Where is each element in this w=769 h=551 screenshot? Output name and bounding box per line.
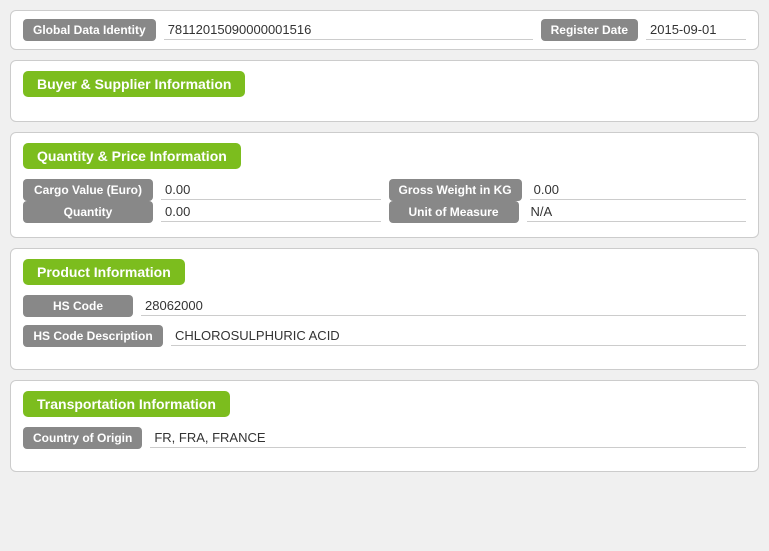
cargo-value[interactable] (161, 180, 381, 200)
buyer-supplier-header: Buyer & Supplier Information (23, 71, 245, 97)
unit-measure-label: Unit of Measure (389, 201, 519, 223)
cargo-gross-row: Cargo Value (Euro) Gross Weight in KG (23, 179, 746, 201)
hs-code-value[interactable] (141, 296, 746, 316)
quantity-col: Quantity (23, 201, 381, 223)
gdi-label: Global Data Identity (23, 19, 156, 41)
hs-code-row: HS Code (23, 295, 746, 317)
top-bar: Global Data Identity Register Date (10, 10, 759, 50)
gross-weight-col: Gross Weight in KG (389, 179, 747, 201)
product-header: Product Information (23, 259, 185, 285)
page-wrapper: Global Data Identity Register Date Buyer… (10, 10, 759, 472)
cargo-label: Cargo Value (Euro) (23, 179, 153, 201)
register-date-value[interactable] (646, 20, 746, 40)
quantity-unit-row: Quantity Unit of Measure (23, 201, 746, 223)
country-origin-label: Country of Origin (23, 427, 142, 449)
cargo-col: Cargo Value (Euro) (23, 179, 381, 201)
country-origin-row: Country of Origin (23, 427, 746, 449)
gross-weight-value[interactable] (530, 180, 746, 200)
hs-desc-value[interactable] (171, 326, 746, 346)
quantity-price-header: Quantity & Price Information (23, 143, 241, 169)
unit-measure-col: Unit of Measure (389, 201, 747, 223)
product-section: Product Information HS Code HS Code Desc… (10, 248, 759, 370)
buyer-supplier-section: Buyer & Supplier Information (10, 60, 759, 122)
country-origin-value[interactable] (150, 428, 746, 448)
hs-desc-row: HS Code Description (23, 325, 746, 347)
quantity-value[interactable] (161, 202, 381, 222)
hs-code-label: HS Code (23, 295, 133, 317)
gross-weight-label: Gross Weight in KG (389, 179, 522, 201)
unit-measure-value[interactable] (527, 202, 747, 222)
gdi-value[interactable] (164, 20, 533, 40)
register-date-label: Register Date (541, 19, 638, 41)
quantity-price-section: Quantity & Price Information Cargo Value… (10, 132, 759, 238)
transport-header: Transportation Information (23, 391, 230, 417)
transport-section: Transportation Information Country of Or… (10, 380, 759, 472)
quantity-label: Quantity (23, 201, 153, 223)
hs-desc-label: HS Code Description (23, 325, 163, 347)
